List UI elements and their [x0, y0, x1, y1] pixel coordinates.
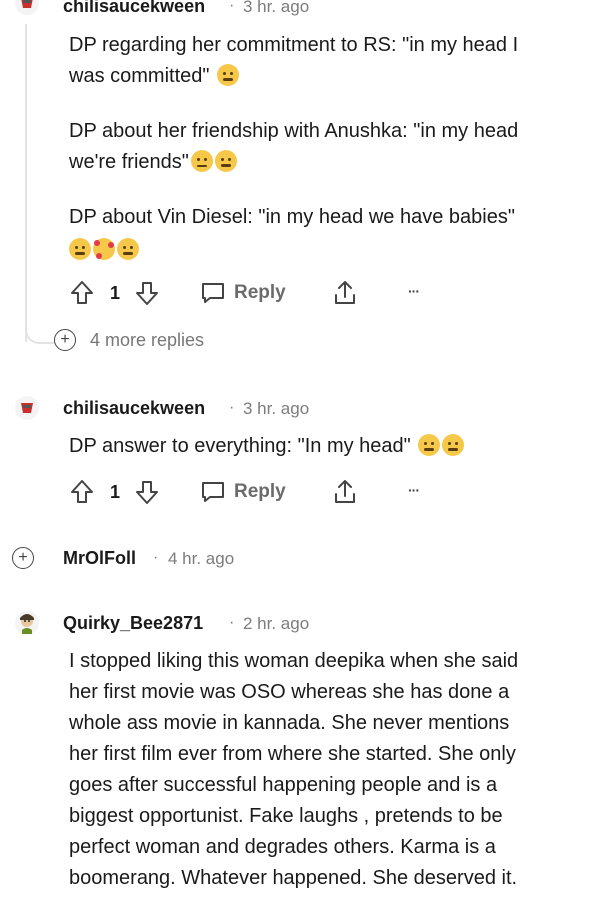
weary-face-emoji-icon [69, 238, 91, 260]
comment-line: whole ass movie in kannada. She never me… [69, 712, 510, 734]
thread-line-curve [25, 316, 55, 344]
upvote-button[interactable] [70, 280, 94, 311]
comment-line: her first film ever from where she start… [69, 743, 516, 765]
reply-button[interactable]: Reply [200, 281, 286, 305]
avatar[interactable] [14, 0, 40, 16]
reply-button[interactable]: Reply [200, 480, 286, 504]
comment-timestamp: 3 hr. ago [243, 399, 310, 418]
expand-comment-button[interactable]: + [12, 547, 34, 569]
comment-body: DP answer to everything: "In my head" [69, 431, 465, 462]
downvote-icon [136, 282, 158, 305]
reply-label: Reply [234, 481, 286, 502]
separator-dot: · [229, 399, 235, 416]
comment-body: DP regarding her commitment to RS: "in m… [69, 30, 589, 266]
smiling-face-with-hearts-emoji-icon [93, 238, 115, 260]
plus-icon: + [12, 547, 34, 569]
more-options-button[interactable]: ··· [408, 482, 420, 498]
share-icon [335, 480, 355, 503]
comment-line: DP about Vin Diesel: "in my head we have… [69, 206, 515, 228]
comment-timestamp: 2 hr. ago [243, 614, 310, 633]
steam-face-emoji-icon [117, 238, 139, 260]
comment-username[interactable]: Quirky_Bee2871 [63, 613, 203, 634]
comment-line: her first movie was OSO whereas she has … [69, 681, 510, 703]
thread-line [25, 24, 27, 342]
comment-username[interactable]: chilisaucekween [63, 398, 205, 419]
comment-line: perfect woman and degrades others. Karma… [69, 836, 496, 858]
share-button[interactable] [332, 279, 358, 312]
plus-icon: + [54, 329, 76, 351]
upvote-button[interactable] [70, 479, 94, 510]
share-button[interactable] [332, 478, 358, 511]
comment-timestamp: 4 hr. ago [168, 549, 235, 568]
comment-username[interactable]: MrOlFoll [63, 548, 136, 569]
share-icon [335, 281, 355, 304]
comment-line: we're friends" [69, 151, 189, 173]
relieved-face-emoji-icon [190, 150, 213, 172]
downvote-button[interactable] [135, 280, 159, 311]
more-options-button[interactable]: ··· [408, 283, 420, 299]
comment-line: goes after successful happening people a… [69, 774, 498, 796]
upvote-icon [71, 480, 93, 503]
comment-line: boomerang. Whatever happened. She deserv… [69, 867, 518, 889]
comment-text: DP answer to everything: "In my head" [69, 435, 411, 457]
comment-body: I stopped liking this woman deepika when… [69, 646, 594, 894]
separator-dot: · [229, 0, 235, 14]
comment-line: DP regarding her commitment to RS: "in m… [69, 34, 519, 56]
steam-face-emoji-icon [418, 434, 441, 456]
separator-dot: · [229, 614, 235, 631]
upvote-icon [71, 281, 93, 304]
reply-label: Reply [234, 282, 286, 303]
steam-face-emoji-icon [442, 434, 465, 456]
separator-dot: · [153, 549, 159, 566]
avatar[interactable] [14, 395, 40, 421]
comment-line: DP about her friendship with Anushka: "i… [69, 120, 519, 142]
chat-bubble-icon [202, 482, 224, 502]
more-replies-label: 4 more replies [90, 329, 205, 350]
comment-line: biggest opportunist. Fake laughs , prete… [69, 805, 503, 827]
comment-timestamp: 3 hr. ago [243, 0, 310, 16]
chat-bubble-icon [202, 283, 224, 303]
downvote-button[interactable] [135, 479, 159, 510]
comment-line: I stopped liking this woman deepika when… [69, 650, 519, 672]
vote-count: 1 [110, 283, 121, 303]
downvote-icon [136, 481, 158, 504]
vote-count: 1 [110, 482, 121, 502]
comment-username[interactable]: chilisaucekween [63, 0, 205, 17]
comment-line: was committed" [69, 65, 210, 87]
expand-replies-button[interactable]: + 4 more replies [54, 329, 204, 351]
avatar[interactable] [14, 610, 40, 636]
steam-face-emoji-icon [217, 64, 240, 86]
weary-face-emoji-icon [214, 150, 237, 172]
